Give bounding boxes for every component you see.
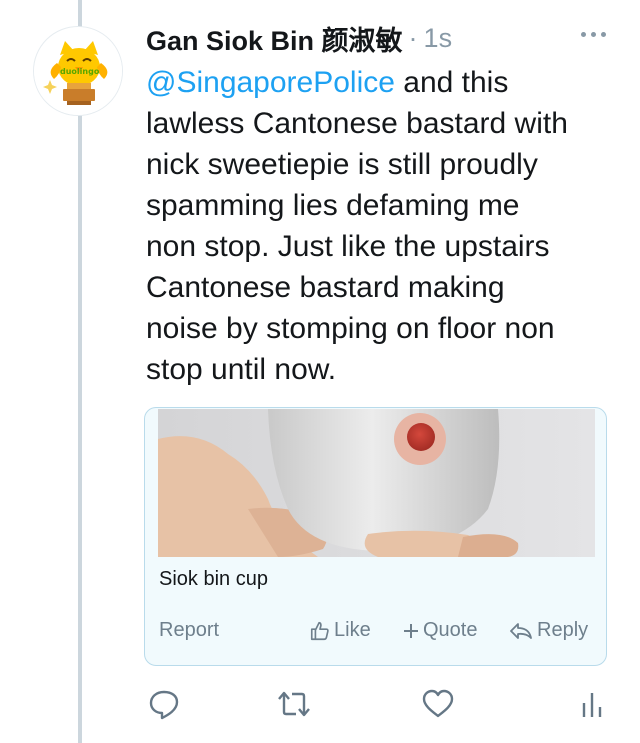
stats-button[interactable] xyxy=(574,686,610,722)
plus-icon xyxy=(404,623,418,638)
thumb-up-icon xyxy=(310,621,329,640)
card-title[interactable]: Siok bin cup xyxy=(159,568,268,591)
stats-icon xyxy=(582,693,602,717)
card-image[interactable] xyxy=(158,409,595,557)
like-icon xyxy=(422,689,454,718)
like-button[interactable] xyxy=(420,686,456,722)
tweet-body: @SingaporePolice and this lawless Canton… xyxy=(146,62,611,390)
report-button[interactable]: Report xyxy=(159,619,219,642)
reply-arrow-icon xyxy=(510,622,532,639)
tweet-line: spamming lies defaming me xyxy=(146,189,520,222)
ceramic-cup-photo xyxy=(158,409,595,557)
avatar-logo-text: duolingo xyxy=(60,67,100,76)
reply-button[interactable] xyxy=(146,686,182,722)
card-reply-label: Reply xyxy=(537,619,589,641)
author-cjk-name: 颜淑敏 xyxy=(321,25,403,57)
tweet-header: Gan Siok Bin 颜淑敏 · 1s xyxy=(146,18,616,58)
card-like-label: Like xyxy=(334,619,371,641)
tweet-line: @SingaporePolice and this xyxy=(146,66,509,99)
tweet-line: lawless Cantonese bastard with xyxy=(146,107,568,140)
retweet-button[interactable] xyxy=(276,686,312,722)
mention-link[interactable]: @SingaporePolice xyxy=(146,66,395,99)
tweet-line: nick sweetiepie is still proudly xyxy=(146,148,538,181)
avatar[interactable]: duolingo xyxy=(33,26,123,116)
more-icon[interactable] xyxy=(576,24,610,44)
tweet-line: non stop. Just like the upstairs xyxy=(146,230,550,263)
retweet-icon xyxy=(278,691,310,717)
tweet-timestamp[interactable]: 1s xyxy=(424,23,453,54)
reply-icon xyxy=(149,690,179,720)
tweet-action-bar xyxy=(146,686,616,722)
card-actions: Report Like Quote Reply xyxy=(159,619,595,647)
tweet-line: stop until now. xyxy=(146,353,337,386)
header-separator: · xyxy=(408,22,418,53)
author-name[interactable]: Gan Siok Bin 颜淑敏 xyxy=(146,19,403,58)
card-quote-button[interactable]: Quote xyxy=(402,619,477,642)
card-reply-button[interactable]: Reply xyxy=(509,619,588,642)
tweet-line: noise by stomping on floor non xyxy=(146,312,555,345)
card-like-button[interactable]: Like xyxy=(309,619,371,642)
card-quote-label: Quote xyxy=(423,619,478,641)
tweet-line: Cantonese bastard making xyxy=(146,271,505,304)
link-card[interactable]: Siok bin cup Report Like Quote Reply xyxy=(144,407,607,666)
